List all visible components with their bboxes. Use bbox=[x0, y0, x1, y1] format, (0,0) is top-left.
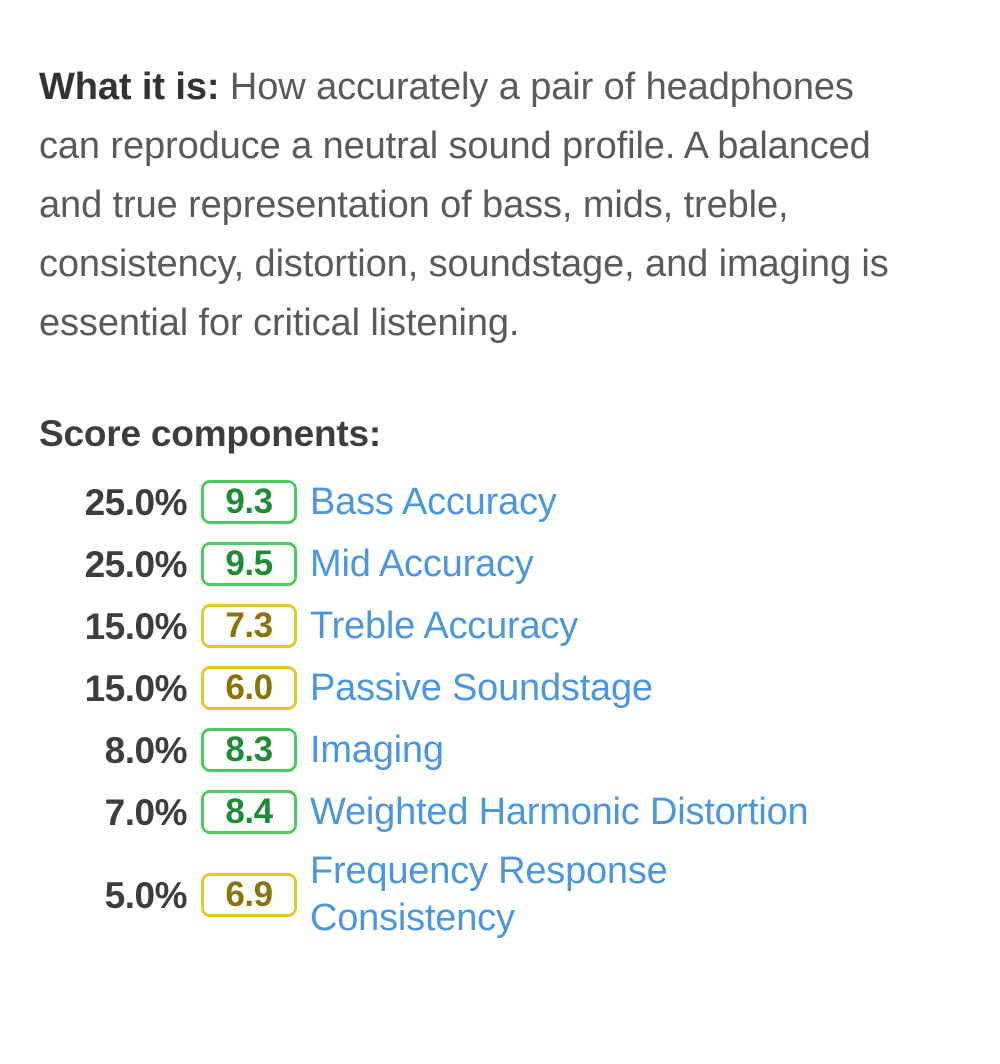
component-row: 15.0% 7.3 Treble Accuracy bbox=[39, 595, 1000, 657]
component-weight: 15.0% bbox=[84, 605, 188, 647]
component-weight: 5.0% bbox=[104, 874, 188, 916]
component-row: 8.0% 8.3 Imaging bbox=[39, 719, 1000, 781]
component-row: 7.0% 8.4 Weighted Harmonic Distortion bbox=[39, 781, 1000, 843]
score-badge: 6.0 bbox=[201, 666, 297, 710]
component-weight: 7.0% bbox=[104, 791, 188, 833]
component-row: 25.0% 9.5 Mid Accuracy bbox=[39, 533, 1000, 595]
score-components-panel: What it is: How accurately a pair of hea… bbox=[0, 0, 1000, 1064]
score-badge: 6.9 bbox=[201, 873, 297, 917]
definition-lead-label: What it is: bbox=[39, 66, 220, 108]
component-link-treble-accuracy[interactable]: Treble Accuracy bbox=[310, 603, 578, 650]
component-row: 15.0% 6.0 Passive Soundstage bbox=[39, 657, 1000, 719]
score-badge: 9.3 bbox=[201, 480, 297, 524]
component-link-frequency-response-consistency[interactable]: Frequency Response Consistency bbox=[310, 848, 770, 942]
score-badge: 9.5 bbox=[201, 542, 297, 586]
component-weight: 8.0% bbox=[104, 729, 188, 771]
component-link-bass-accuracy[interactable]: Bass Accuracy bbox=[310, 479, 557, 526]
score-components-list: 25.0% 9.3 Bass Accuracy 25.0% 9.5 Mid Ac… bbox=[39, 471, 1000, 947]
score-components-heading: Score components: bbox=[39, 413, 381, 454]
component-weight: 25.0% bbox=[84, 481, 188, 523]
definition-paragraph: What it is: How accurately a pair of hea… bbox=[39, 58, 919, 353]
score-components-section: Score components: 25.0% 9.3 Bass Accurac… bbox=[39, 411, 1000, 947]
component-weight: 25.0% bbox=[84, 543, 188, 585]
component-row: 5.0% 6.9 Frequency Response Consistency bbox=[39, 843, 1000, 947]
component-link-passive-soundstage[interactable]: Passive Soundstage bbox=[310, 665, 653, 712]
component-weight: 15.0% bbox=[84, 667, 188, 709]
score-badge: 8.3 bbox=[201, 728, 297, 772]
component-link-weighted-harmonic-distortion[interactable]: Weighted Harmonic Distortion bbox=[310, 789, 809, 836]
score-badge: 8.4 bbox=[201, 790, 297, 834]
component-link-imaging[interactable]: Imaging bbox=[310, 727, 444, 774]
component-row: 25.0% 9.3 Bass Accuracy bbox=[39, 471, 1000, 533]
component-link-mid-accuracy[interactable]: Mid Accuracy bbox=[310, 541, 534, 588]
score-badge: 7.3 bbox=[201, 604, 297, 648]
